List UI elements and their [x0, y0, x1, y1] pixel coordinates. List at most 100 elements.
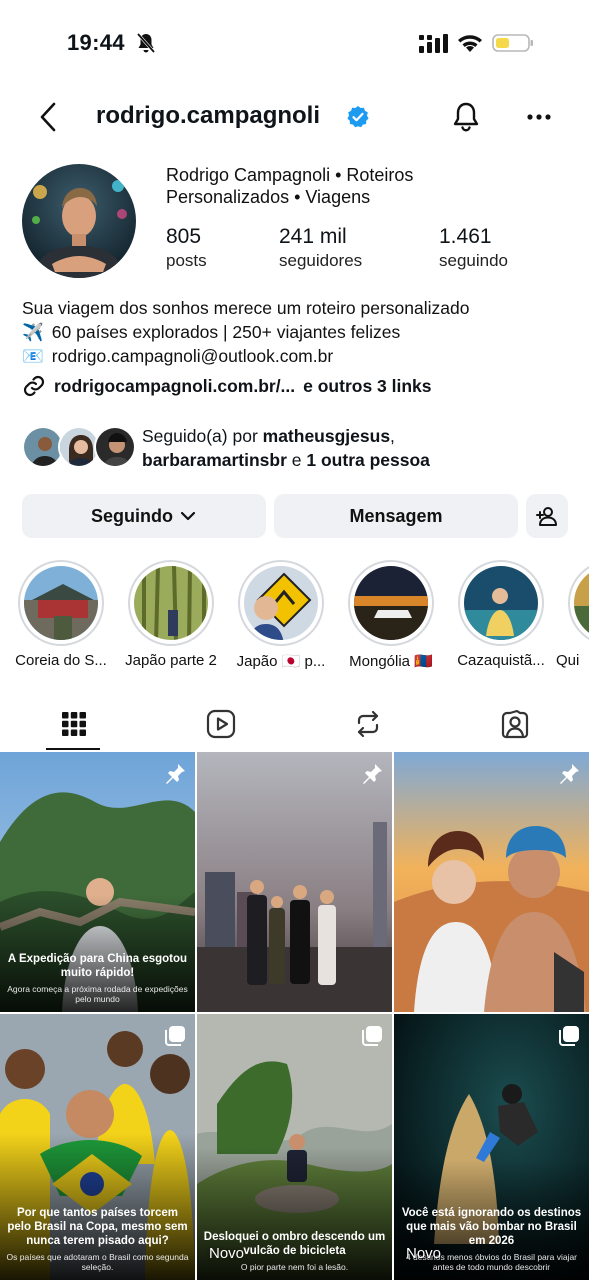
- highlight-label: Coreia do S...: [15, 652, 107, 669]
- post-tile[interactable]: Por que tantos países torcem pelo Brasil…: [0, 1014, 195, 1280]
- highlight-korea[interactable]: Coreia do S...: [6, 560, 116, 669]
- message-button[interactable]: Mensagem: [274, 494, 518, 538]
- post-caption-sub: Agora começa a próxima rodada de expediç…: [7, 984, 188, 1004]
- mutual-others[interactable]: 1 outra pessoa: [306, 450, 430, 470]
- highlight-label: Qui: [556, 652, 580, 669]
- stat-following-label: seguindo: [439, 251, 509, 270]
- multiple-images-icon: [362, 1026, 382, 1046]
- tagged-person-icon: [501, 709, 528, 739]
- highlight-label: Mongólia 🇲🇳: [349, 653, 433, 670]
- stat-followers-value: 241 mil: [279, 225, 347, 248]
- highlight-label: Cazaquistã...: [457, 652, 545, 669]
- stat-followers-label: seguidores: [279, 251, 363, 270]
- story-highlights: Coreia do S... Japão parte 2 Japão 🇯🇵 p.…: [0, 560, 589, 680]
- email-emoji: 📧: [22, 346, 44, 366]
- message-button-label: Mensagem: [349, 505, 443, 526]
- airplane-emoji: ✈️: [22, 322, 44, 342]
- post-caption-title: A Expedição para China esgotou muito ráp…: [7, 953, 188, 979]
- following-button[interactable]: Seguindo: [22, 494, 266, 538]
- post-caption: Por que tantos países torcem pelo Brasil…: [4, 1206, 191, 1272]
- status-bar: 19:44: [0, 0, 589, 88]
- post-caption-sub: Os países que adotaram o Brasil como seg…: [6, 1252, 189, 1272]
- highlight-japan-2[interactable]: Japão parte 2: [116, 560, 226, 669]
- stat-following[interactable]: 1.461 seguindo: [439, 224, 508, 272]
- followed-by-text: Seguido(a) por matheusgjesus, barbaramar…: [142, 424, 430, 472]
- bio-line-2: ✈️ 60 países explorados | 250+ viajantes…: [22, 320, 572, 344]
- signal-icon: [419, 34, 448, 53]
- mutual-user-2[interactable]: barbaramartinsbr: [142, 450, 287, 470]
- pin-icon: [560, 764, 579, 784]
- post-caption: A Expedição para China esgotou muito ráp…: [4, 952, 191, 1004]
- wifi-icon: [458, 35, 482, 52]
- post-tile[interactable]: A Expedição para China esgotou muito ráp…: [0, 752, 195, 1012]
- pin-icon: [166, 764, 185, 784]
- pin-icon: [363, 764, 382, 784]
- profile-more-links[interactable]: e outros 3 links: [303, 376, 431, 397]
- verified-badge-icon: [347, 106, 369, 128]
- followed-by-sep: ,: [390, 426, 395, 446]
- profile-link-url[interactable]: rodrigocampagnoli.com.br/...: [54, 376, 295, 397]
- back-arrow-icon[interactable]: [36, 100, 64, 134]
- post-caption-title: Você está ignorando os destinos que mais…: [401, 1207, 582, 1247]
- notification-bell-icon[interactable]: [450, 100, 482, 134]
- bio-line-3: 📧 rodrigo.campagnoli@outlook.com.br: [22, 344, 572, 368]
- bio-line-1: Sua viagem dos sonhos merece um roteiro …: [22, 298, 470, 318]
- mutual-avatar-3: [94, 426, 136, 468]
- highlight-japan[interactable]: Japão 🇯🇵 p...: [226, 560, 336, 670]
- highlight-partial[interactable]: Qui: [556, 560, 589, 669]
- profile-tabs: [0, 696, 589, 752]
- post-tile[interactable]: [197, 752, 392, 1012]
- highlight-mongolia[interactable]: Mongólia 🇲🇳: [336, 560, 446, 670]
- stat-following-value: 1.461: [439, 225, 492, 248]
- stat-posts[interactable]: 805 posts: [166, 224, 207, 272]
- tab-reposts[interactable]: [294, 696, 441, 752]
- profile-bio: Sua viagem dos sonhos merece um roteiro …: [22, 296, 572, 368]
- followed-by-row[interactable]: Seguido(a) por matheusgjesus, barbaramar…: [22, 422, 582, 472]
- post-caption-sub: O pior parte nem foi a lesão.: [240, 1262, 349, 1272]
- new-badge: Novo: [406, 1245, 442, 1262]
- repost-icon: [357, 710, 378, 738]
- post-caption: Você está ignorando os destinos que mais…: [398, 1206, 585, 1272]
- following-button-label: Seguindo: [91, 505, 173, 526]
- profile-avatar[interactable]: [22, 164, 136, 278]
- tab-reels[interactable]: [147, 696, 294, 752]
- display-name-line1: Rodrigo Campagnoli • Roteiros: [166, 165, 414, 185]
- add-user-icon: [536, 507, 557, 526]
- profile-header: rodrigo.campagnoli: [0, 88, 589, 148]
- tab-posts-grid[interactable]: [0, 696, 147, 752]
- display-name-line2: Personalizados • Viagens: [166, 187, 371, 207]
- stat-followers[interactable]: 241 mil seguidores: [279, 224, 362, 272]
- battery-icon: [492, 34, 533, 52]
- highlight-label: Japão 🇯🇵 p...: [236, 653, 326, 670]
- followed-by-prefix: Seguido(a) por: [142, 426, 263, 446]
- profile-username: rodrigo.campagnoli: [96, 102, 321, 129]
- tab-tagged[interactable]: [441, 696, 588, 752]
- new-badge: Novo: [209, 1245, 245, 1262]
- profile-display-name: Rodrigo Campagnoli • Roteiros Personaliz…: [166, 164, 486, 208]
- post-tile[interactable]: Desloquei o ombro descendo um vulcão de …: [197, 1014, 392, 1280]
- profile-links[interactable]: rodrigocampagnoli.com.br/... e outros 3 …: [22, 374, 432, 398]
- post-tile[interactable]: Você está ignorando os destinos que mais…: [394, 1014, 589, 1280]
- mutual-user-1[interactable]: matheusgjesus: [263, 426, 390, 446]
- posts-grid: A Expedição para China esgotou muito ráp…: [0, 752, 589, 1280]
- reels-play-icon: [206, 709, 235, 739]
- post-tile[interactable]: [394, 752, 589, 1012]
- chevron-down-icon: [180, 511, 196, 521]
- active-tab-indicator: [46, 748, 100, 750]
- highlight-label: Japão parte 2: [125, 652, 217, 669]
- multiple-images-icon: [559, 1026, 579, 1046]
- stat-posts-value: 805: [166, 225, 202, 248]
- highlight-kazakhstan[interactable]: Cazaquistã...: [446, 560, 556, 669]
- stat-posts-label: posts: [166, 251, 207, 270]
- bio-email[interactable]: rodrigo.campagnoli@outlook.com.br: [52, 344, 333, 368]
- post-caption-title: Por que tantos países torcem pelo Brasil…: [7, 1207, 188, 1247]
- followed-by-mid: e: [286, 450, 307, 470]
- bio-line-2-text: 60 países explorados | 250+ viajantes fe…: [51, 322, 401, 342]
- silent-bell-icon: [136, 33, 156, 53]
- multiple-images-icon: [165, 1026, 185, 1046]
- link-icon: [23, 375, 45, 397]
- grid-icon: [61, 712, 86, 736]
- status-time: 19:44: [67, 30, 125, 55]
- more-options-icon[interactable]: [524, 102, 554, 132]
- suggest-users-button[interactable]: [526, 494, 568, 538]
